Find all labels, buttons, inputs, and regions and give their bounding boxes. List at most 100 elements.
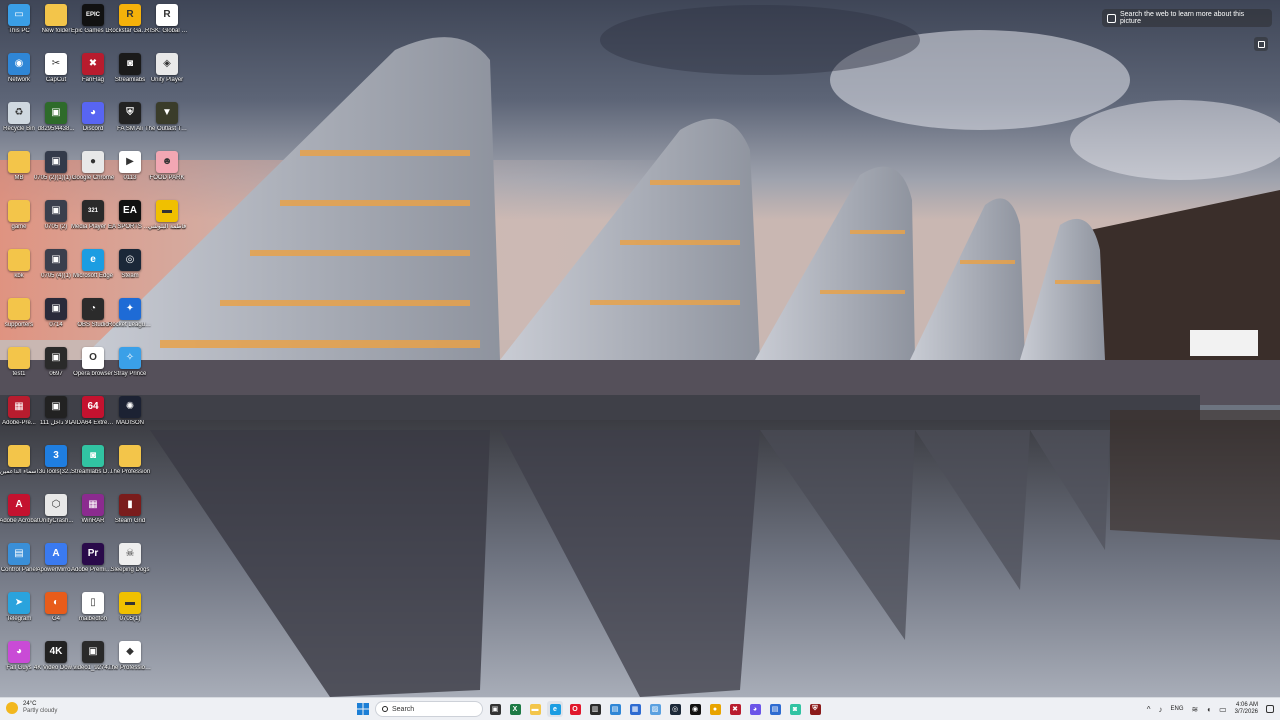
taskbar-app-button[interactable]: ▦	[627, 701, 643, 717]
desktop-shortcut[interactable]: ✧ Stray Prince	[111, 347, 149, 395]
desktop-shortcut[interactable]: 4K4K Video Downloader	[34, 641, 78, 689]
desktop-shortcut[interactable]: The Profession	[110, 445, 150, 493]
desktop-shortcut[interactable]: game	[0, 200, 38, 248]
desktop-shortcut[interactable]: test1	[0, 347, 38, 395]
desktop-shortcut[interactable]: ▣ 0705 (4)(1)	[37, 249, 75, 297]
notification-icon[interactable]	[1266, 705, 1274, 713]
desktop-shortcut[interactable]: ✖ FanFlag	[74, 53, 112, 101]
clock[interactable]: 4:06 AM 3/7/2026	[1235, 702, 1258, 716]
visual-search-box[interactable]: Search the web to learn more about this …	[1102, 9, 1272, 27]
desktop-shortcut[interactable]: e Microsoft Edge	[73, 249, 113, 297]
desktop-shortcut[interactable]: 64 AIDA64 Extreme	[71, 396, 115, 444]
desktop-shortcut[interactable]: ▬ فاطمة البلوشي	[148, 200, 186, 248]
partly-cloudy-icon	[6, 702, 18, 714]
desktop-shortcut[interactable]: ▦ WinRAR	[74, 494, 112, 542]
taskbar-app-button[interactable]: ⛨	[807, 701, 823, 717]
desktop-shortcut[interactable]: 321Media Player Classic	[71, 200, 115, 248]
desktop-shortcut[interactable]: ▣ 0697	[37, 347, 75, 395]
language-indicator[interactable]: ENG	[1171, 706, 1184, 712]
taskbar-app-button[interactable]: ▣	[487, 701, 503, 717]
desktop-shortcut[interactable]: ◔ OBS Studio	[74, 298, 112, 346]
desktop-shortcut[interactable]: ⛨ FA SM Ali	[111, 102, 149, 150]
desktop-shortcut[interactable]: O Opera browser	[73, 347, 113, 395]
taskbar-app-button[interactable]: O	[567, 701, 583, 717]
steam-icon: ◎	[669, 703, 681, 715]
taskbar-app-button[interactable]: ◉	[687, 701, 703, 717]
desktop-shortcut[interactable]: ⬡ UnityCrash...	[37, 494, 75, 542]
weather-widget[interactable]: 24°C Partly cloudy	[6, 701, 57, 715]
desktop-shortcut[interactable]: ☻ FOOD PARK	[148, 151, 186, 199]
visual-search-button[interactable]	[1254, 37, 1268, 51]
desktop-shortcut[interactable]: ◐ G4	[37, 592, 75, 640]
desktop-shortcut[interactable]: A ApowerMirro...	[36, 543, 76, 591]
desktop-shortcut[interactable]: R RISK: Global Domination	[145, 4, 189, 52]
desktop-shortcut[interactable]: ▯ malbedfon	[74, 592, 112, 640]
desktop-shortcut[interactable]: ◕ Discord	[74, 102, 112, 150]
opera-icon: O	[569, 703, 581, 715]
desktop-shortcut[interactable]: ▣ 0705 (2)	[37, 200, 75, 248]
desktop-shortcut[interactable]: ▮ Steam Grid	[111, 494, 149, 542]
desktop-shortcut[interactable]: PrAdobe Premiere P...	[71, 543, 115, 591]
visual-search-prompt: Search the web to learn more about this …	[1120, 11, 1245, 25]
desktop-shortcut[interactable]: ◆ The Professional	[108, 641, 152, 689]
microphone-icon[interactable]: ♪	[1159, 705, 1163, 714]
taskbar-app-button[interactable]: e	[547, 701, 563, 717]
desktop-shortcut[interactable]: ▣0705 (2)(1)(1)(1)(1)	[34, 151, 78, 199]
start-button[interactable]	[355, 701, 371, 717]
desktop-shortcut[interactable]: ♻ Recycle Bin	[0, 102, 38, 150]
desktop-shortcut[interactable]: ▣ 0714	[37, 298, 75, 346]
desktop-shortcut[interactable]: MB	[0, 151, 38, 199]
desktop-shortcut[interactable]: اسماء الداعمين	[0, 445, 38, 493]
desktop-shortcut[interactable]: ✺ MADISON	[111, 396, 149, 444]
obs-icon: ◔	[82, 298, 104, 320]
desktop-shortcut[interactable]: ➤ Telegram	[0, 592, 38, 640]
game-icon: ◉	[689, 703, 701, 715]
desktop-shortcut[interactable]: ◙ Streamlabs	[111, 53, 149, 101]
taskbar-app-button[interactable]: X	[507, 701, 523, 717]
taskbar-app-button[interactable]: ▬	[527, 701, 543, 717]
taskbar-app-button[interactable]: ◎	[667, 701, 683, 717]
taskbar-search-input[interactable]: Search	[375, 701, 483, 717]
desktop-shortcut[interactable]: ☠ Sleeping Dogs	[110, 543, 150, 591]
desktop-shortcut[interactable]: ◉ Network	[0, 53, 38, 101]
desktop-shortcut[interactable]: ▣ d8295f4438...	[37, 102, 75, 150]
volume-icon[interactable]: ◖	[1206, 705, 1211, 714]
desktop-shortcut[interactable]: ● Google Chrome	[72, 151, 114, 199]
desktop-shortcut[interactable]: RRockstar Games Launcher	[108, 4, 152, 52]
weather-temperature: 24°C	[23, 701, 37, 707]
taskbar-app-button[interactable]: ✖	[727, 701, 743, 717]
desktop-shortcut[interactable]: ▣ بالا داخل 111	[37, 396, 75, 444]
taskbar-app-button[interactable]: ▤	[607, 701, 623, 717]
desktop-shortcut[interactable]: ▤ Control Panel	[0, 543, 38, 591]
desktop-shortcut[interactable]: A Adobe Acrobat	[0, 494, 39, 542]
desktop-shortcut[interactable]: supporters	[0, 298, 38, 346]
taskbar-app-button[interactable]: ▨	[647, 701, 663, 717]
desktop-shortcut[interactable]: EAEA SPORTS FC™ 25	[108, 200, 152, 248]
desktop-shortcut[interactable]: ✦ Rocket League®	[108, 298, 152, 346]
battery-icon[interactable]: ▭	[1219, 705, 1227, 714]
desktop-shortcut[interactable]: ▣ video1_9274...	[73, 641, 113, 689]
desktop-shortcut[interactable]: 3 3uTools(32...	[37, 445, 75, 493]
taskbar-app-button[interactable]: ◕	[747, 701, 763, 717]
desktop-shortcut[interactable]: ▼ The Outlast Trials	[145, 102, 189, 150]
taskbar-app-button[interactable]: ▤	[767, 701, 783, 717]
desktop-shortcut[interactable]: ✂ CapCut	[37, 53, 75, 101]
desktop-shortcut[interactable]: ◎ Steam	[111, 249, 149, 297]
desktop-shortcut[interactable]: ▦ Adobe-Pre...	[0, 396, 38, 444]
chevron-up-icon[interactable]: ^	[1147, 705, 1151, 714]
telegram-icon: ➤	[8, 592, 30, 614]
taskbar-app-button[interactable]: ◙	[787, 701, 803, 717]
desktop-shortcut[interactable]: EPICEpic Games Launcher	[71, 4, 115, 52]
desktop-shortcut[interactable]: ◕ Fall Guys	[0, 641, 38, 689]
desktop-shortcut[interactable]: kbk	[0, 249, 38, 297]
desktop-shortcut[interactable]: ▶ 0113	[111, 151, 149, 199]
desktop-shortcut[interactable]: ▭ This PC	[0, 4, 38, 52]
desktop-shortcut[interactable]: ◈ Unity Player	[148, 53, 186, 101]
wifi-icon[interactable]: ≋	[1192, 705, 1199, 714]
taskbar-app-button[interactable]: ▥	[587, 701, 603, 717]
desktop-shortcut[interactable]: New folder	[37, 4, 75, 52]
taskbar-app-button[interactable]: ●	[707, 701, 723, 717]
desktop-shortcut[interactable]: ◙Streamlabs Desktop	[71, 445, 115, 493]
desktop-shortcut[interactable]: ▬ 0705(1)	[111, 592, 149, 640]
food-park-icon: ☻	[156, 151, 178, 173]
